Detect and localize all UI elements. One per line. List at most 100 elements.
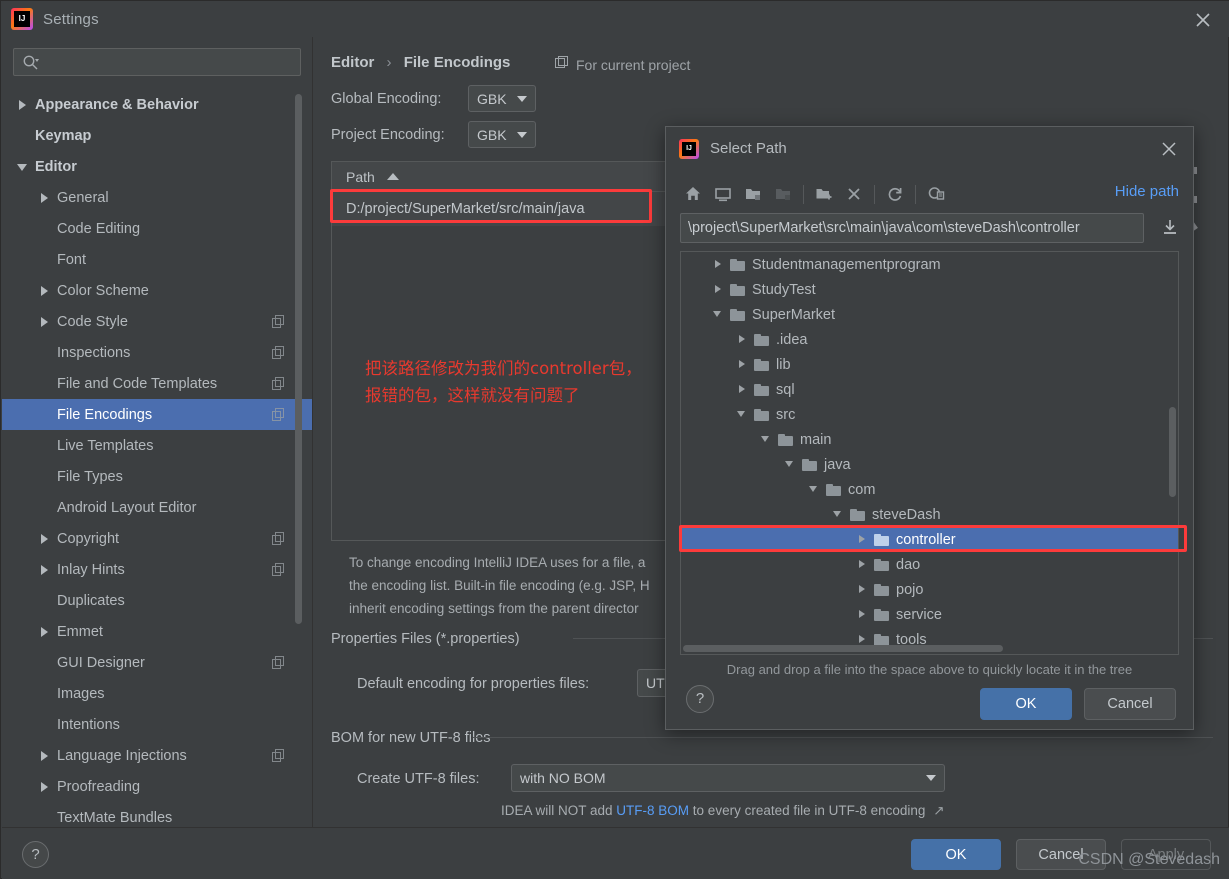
chevron-down-icon[interactable] bbox=[713, 308, 726, 321]
tree-item-controller[interactable]: controller bbox=[681, 527, 1178, 552]
tree-item-studytest[interactable]: StudyTest bbox=[681, 277, 1178, 302]
delete-icon[interactable] bbox=[839, 179, 869, 209]
tree-horizontal-scrollbar-thumb[interactable] bbox=[683, 645, 1003, 652]
chevron-right-icon[interactable] bbox=[38, 191, 52, 205]
chevron-down-icon[interactable] bbox=[761, 433, 774, 446]
sidebar-item-file-and-code-templates[interactable]: File and Code Templates bbox=[2, 368, 312, 399]
desktop-icon[interactable] bbox=[708, 179, 738, 209]
tree-item-main[interactable]: main bbox=[681, 427, 1178, 452]
chevron-right-icon[interactable] bbox=[713, 283, 726, 296]
chevron-right-icon[interactable] bbox=[737, 358, 750, 371]
settings-category-tree[interactable]: Appearance & Behavior Keymap Editor General… bbox=[2, 89, 312, 827]
tree-item-lib[interactable]: lib bbox=[681, 352, 1178, 377]
ok-button[interactable]: OK bbox=[911, 839, 1001, 870]
sidebar-item-code-style[interactable]: Code Style bbox=[2, 306, 312, 337]
chevron-right-icon[interactable] bbox=[38, 532, 52, 546]
sidebar-item-language-injections[interactable]: Language Injections bbox=[2, 740, 312, 771]
refresh-icon[interactable] bbox=[880, 179, 910, 209]
chevron-right-icon[interactable] bbox=[857, 533, 870, 546]
sidebar-scrollbar-thumb[interactable] bbox=[295, 94, 302, 624]
tree-item-stevedash[interactable]: steveDash bbox=[681, 502, 1178, 527]
chevron-down-icon[interactable] bbox=[809, 483, 822, 496]
sidebar-item-file-encodings[interactable]: File Encodings bbox=[2, 399, 312, 430]
chevron-down-icon[interactable] bbox=[833, 508, 846, 521]
chevron-down-icon[interactable] bbox=[737, 408, 750, 421]
tree-vertical-scrollbar-thumb[interactable] bbox=[1169, 407, 1176, 497]
sidebar-item-inlay-hints[interactable]: Inlay Hints bbox=[2, 554, 312, 585]
create-utf8-select[interactable]: with NO BOM bbox=[511, 764, 945, 792]
breadcrumb-parent[interactable]: Editor bbox=[331, 54, 374, 71]
sidebar-item-emmet[interactable]: Emmet bbox=[2, 616, 312, 647]
dialog-ok-button[interactable]: OK bbox=[980, 688, 1072, 720]
tree-item-idea[interactable]: .idea bbox=[681, 327, 1178, 352]
tree-item-pojo[interactable]: pojo bbox=[681, 577, 1178, 602]
tree-item-supermarket[interactable]: SuperMarket bbox=[681, 302, 1178, 327]
search-box[interactable] bbox=[13, 48, 301, 76]
chevron-right-icon[interactable] bbox=[857, 608, 870, 621]
new-folder-icon[interactable] bbox=[809, 179, 839, 209]
chevron-down-icon[interactable] bbox=[785, 458, 798, 471]
chevron-right-icon[interactable] bbox=[713, 258, 726, 271]
sidebar-item-intentions[interactable]: Intentions bbox=[2, 709, 312, 740]
sidebar-item-android-layout-editor[interactable]: Android Layout Editor bbox=[2, 492, 312, 523]
for-current-project-text: For current project bbox=[576, 56, 691, 73]
sidebar-item-color-scheme[interactable]: Color Scheme bbox=[2, 275, 312, 306]
sidebar-item-editor[interactable]: Editor bbox=[2, 151, 312, 182]
sidebar-item-font[interactable]: Font bbox=[2, 244, 312, 275]
sidebar-item-duplicates[interactable]: Duplicates bbox=[2, 585, 312, 616]
chevron-right-icon[interactable] bbox=[38, 315, 52, 329]
dialog-help-button[interactable]: ? bbox=[686, 685, 714, 713]
global-encoding-select[interactable]: GBK bbox=[468, 85, 536, 112]
close-icon[interactable] bbox=[1157, 137, 1181, 161]
chevron-right-icon[interactable] bbox=[857, 558, 870, 571]
chevron-right-icon[interactable] bbox=[38, 284, 52, 298]
sidebar-item-appearance-behavior[interactable]: Appearance & Behavior bbox=[2, 89, 312, 120]
sidebar-item-gui-designer[interactable]: GUI Designer bbox=[2, 647, 312, 678]
dialog-cancel-button[interactable]: Cancel bbox=[1084, 688, 1176, 720]
sidebar-scrollbar[interactable] bbox=[295, 94, 302, 649]
chevron-right-icon[interactable] bbox=[737, 333, 750, 346]
chevron-down-icon[interactable] bbox=[16, 160, 30, 174]
tree-item-com[interactable]: com bbox=[681, 477, 1178, 502]
external-link-icon[interactable]: ↗ bbox=[933, 803, 944, 818]
tree-item-service[interactable]: service bbox=[681, 602, 1178, 627]
home-icon[interactable] bbox=[678, 179, 708, 209]
search-input[interactable] bbox=[45, 54, 265, 70]
show-hidden-icon[interactable] bbox=[921, 179, 951, 209]
sidebar-item-keymap[interactable]: Keymap bbox=[2, 120, 312, 151]
tree-item-java[interactable]: java bbox=[681, 452, 1178, 477]
sidebar-item-file-types[interactable]: File Types bbox=[2, 461, 312, 492]
path-input[interactable]: \project\SuperMarket\src\main\java\com\s… bbox=[680, 213, 1144, 243]
sidebar-item-copyright[interactable]: Copyright bbox=[2, 523, 312, 554]
hide-path-button[interactable]: Hide path bbox=[1115, 183, 1179, 200]
chevron-right-icon[interactable] bbox=[857, 583, 870, 596]
chevron-right-icon[interactable] bbox=[737, 383, 750, 396]
tree-item-sql[interactable]: sql bbox=[681, 377, 1178, 402]
close-icon[interactable] bbox=[1190, 7, 1216, 33]
project-folder-icon[interactable] bbox=[738, 179, 768, 209]
sidebar-item-images[interactable]: Images bbox=[2, 678, 312, 709]
tree-item-studentmanagementprogram[interactable]: Studentmanagementprogram bbox=[681, 252, 1178, 277]
utf8-bom-link[interactable]: UTF-8 BOM bbox=[616, 803, 689, 818]
window-titlebar: Settings bbox=[1, 1, 1229, 37]
help-button[interactable]: ? bbox=[22, 841, 49, 868]
sidebar-item-code-editing[interactable]: Code Editing bbox=[2, 213, 312, 244]
sidebar-item-proofreading[interactable]: Proofreading bbox=[2, 771, 312, 802]
download-icon[interactable] bbox=[1159, 217, 1181, 239]
sidebar-item-textmate-bundles[interactable]: TextMate Bundles bbox=[2, 802, 312, 827]
chevron-right-icon[interactable] bbox=[38, 625, 52, 639]
tree-item-src[interactable]: src bbox=[681, 402, 1178, 427]
sidebar-item-inspections[interactable]: Inspections bbox=[2, 337, 312, 368]
chevron-right-icon[interactable] bbox=[38, 780, 52, 794]
chevron-right-icon[interactable] bbox=[16, 98, 30, 112]
chevron-right-icon[interactable] bbox=[38, 563, 52, 577]
tree-item-dao[interactable]: dao bbox=[681, 552, 1178, 577]
sidebar-item-general[interactable]: General bbox=[2, 182, 312, 213]
project-encoding-select[interactable]: GBK bbox=[468, 121, 536, 148]
directory-tree[interactable]: Studentmanagementprogram StudyTest SuperMa… bbox=[680, 251, 1179, 655]
chevron-right-icon[interactable] bbox=[38, 749, 52, 763]
sidebar-item-live-templates[interactable]: Live Templates bbox=[2, 430, 312, 461]
